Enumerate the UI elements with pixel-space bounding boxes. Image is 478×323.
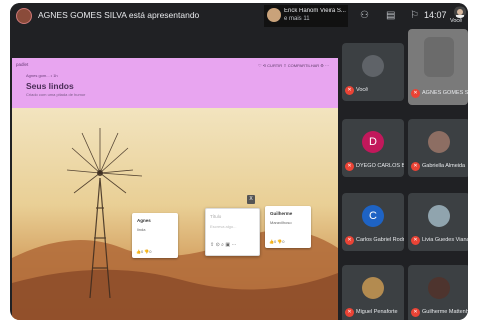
padlet-author: Agnes gom... • 1h: [26, 73, 58, 78]
post-card-agnes[interactable]: Agnes linda 👍0 👎0: [132, 213, 178, 258]
participant-avatar: [428, 131, 450, 153]
participant-avatar: [362, 55, 384, 77]
participant-tile[interactable]: D ✕DYEGO CARLOS BATI...: [342, 119, 404, 177]
activities-icon[interactable]: ⚐: [410, 10, 419, 21]
post-title-input[interactable]: Título: [210, 214, 221, 219]
mic-off-icon: ✕: [411, 308, 420, 317]
people-icon[interactable]: ⚇: [360, 10, 369, 21]
post-body: linda: [137, 227, 146, 232]
participant-name: Gabriella Almeida: [422, 163, 466, 169]
participant-name: Livia Guedes Viana: [422, 237, 468, 243]
join-name: Erick Hanom Vieira S...: [284, 8, 346, 14]
mic-off-icon: ✕: [411, 236, 420, 245]
participant-tile[interactable]: C ✕Carlos Gabriel Rodrig...: [342, 193, 404, 251]
join-notification[interactable]: Erick Hanom Vieira S... e mais 11: [264, 5, 348, 27]
chat-icon[interactable]: ▤: [386, 10, 395, 21]
padlet-actions[interactable]: ♡ ⟲ CURTIR ⇪ COMPARTILHAR ⚙ ···: [258, 63, 329, 68]
padlet-logo[interactable]: padlet: [16, 62, 28, 67]
participant-avatar: [424, 37, 454, 77]
participant-tile[interactable]: ✕Guilherme Mattenhe...: [408, 265, 468, 320]
participant-name: Guilherme Mattenhe...: [422, 309, 468, 315]
top-bar: AGNES GOMES SILVA está apresentando Eric…: [10, 3, 468, 29]
presenting-label: AGNES GOMES SILVA está apresentando: [38, 10, 200, 20]
participant-name: Você: [356, 87, 369, 93]
post-title: Guilherme: [270, 211, 293, 216]
participant-avatar: C: [362, 205, 384, 227]
join-more: e mais 11: [284, 16, 310, 22]
self-label: Você: [450, 18, 463, 24]
mic-off-icon: ✕: [345, 162, 354, 171]
participant-name: AGNES GOMES SILVA: [422, 90, 468, 96]
mic-off-icon: ✕: [411, 162, 420, 171]
participant-name: Miguel Penaforte: [356, 309, 398, 315]
mic-off-icon: ✕: [345, 308, 354, 317]
meet-window: AGNES GOMES SILVA está apresentando Eric…: [10, 3, 468, 320]
participant-tile[interactable]: ✕ Livia Guedes Viana: [408, 193, 468, 251]
padlet-subtitle: Criado com uma pitada de humor: [26, 92, 86, 97]
shared-screen: padlet ♡ ⟲ CURTIR ⇪ COMPARTILHAR ⚙ ··· A…: [12, 58, 338, 320]
participant-tile[interactable]: ✕AGNES GOMES SILVA: [408, 29, 468, 105]
participant-name: Carlos Gabriel Rodrig...: [356, 237, 404, 243]
padlet-title: Seus lindos: [26, 81, 74, 91]
mic-off-icon: ✕: [411, 89, 420, 98]
post-reactions[interactable]: 👍0 👎0: [136, 249, 152, 254]
participant-tile[interactable]: ✕ Miguel Penaforte: [342, 265, 404, 320]
participant-tile[interactable]: ✕ Gabriella Almeida: [408, 119, 468, 177]
participant-avatar: [362, 277, 384, 299]
new-post-form[interactable]: Título Escreva algo... ⇪ ⊙ ⌕ ▣ ···: [205, 208, 260, 256]
participant-avatar: [428, 205, 450, 227]
presenter-avatar: [16, 8, 32, 24]
post-attachment-tools[interactable]: ⇪ ⊙ ⌕ ▣ ···: [210, 242, 236, 248]
join-avatar: [267, 8, 281, 22]
mic-off-icon: ✕: [345, 236, 354, 245]
close-post-button[interactable]: X: [247, 195, 255, 204]
clock: 14:07: [424, 10, 447, 20]
post-body: Maravilhoso: [270, 220, 292, 225]
post-card-guilherme[interactable]: Guilherme Maravilhoso 👍0 👎0: [265, 206, 311, 248]
post-title: Agnes: [137, 218, 151, 223]
post-body-input[interactable]: Escreva algo...: [210, 224, 236, 229]
post-reactions[interactable]: 👍0 👎0: [269, 239, 285, 244]
participant-avatar: [428, 277, 450, 299]
participant-avatar: D: [362, 131, 384, 153]
self-avatar: [454, 6, 466, 18]
mic-off-icon: ✕: [345, 86, 354, 95]
participant-tile[interactable]: ✕ Você: [342, 43, 404, 101]
participant-name: DYEGO CARLOS BATI...: [356, 163, 404, 169]
padlet-header: padlet ♡ ⟲ CURTIR ⇪ COMPARTILHAR ⚙ ··· A…: [12, 58, 338, 108]
